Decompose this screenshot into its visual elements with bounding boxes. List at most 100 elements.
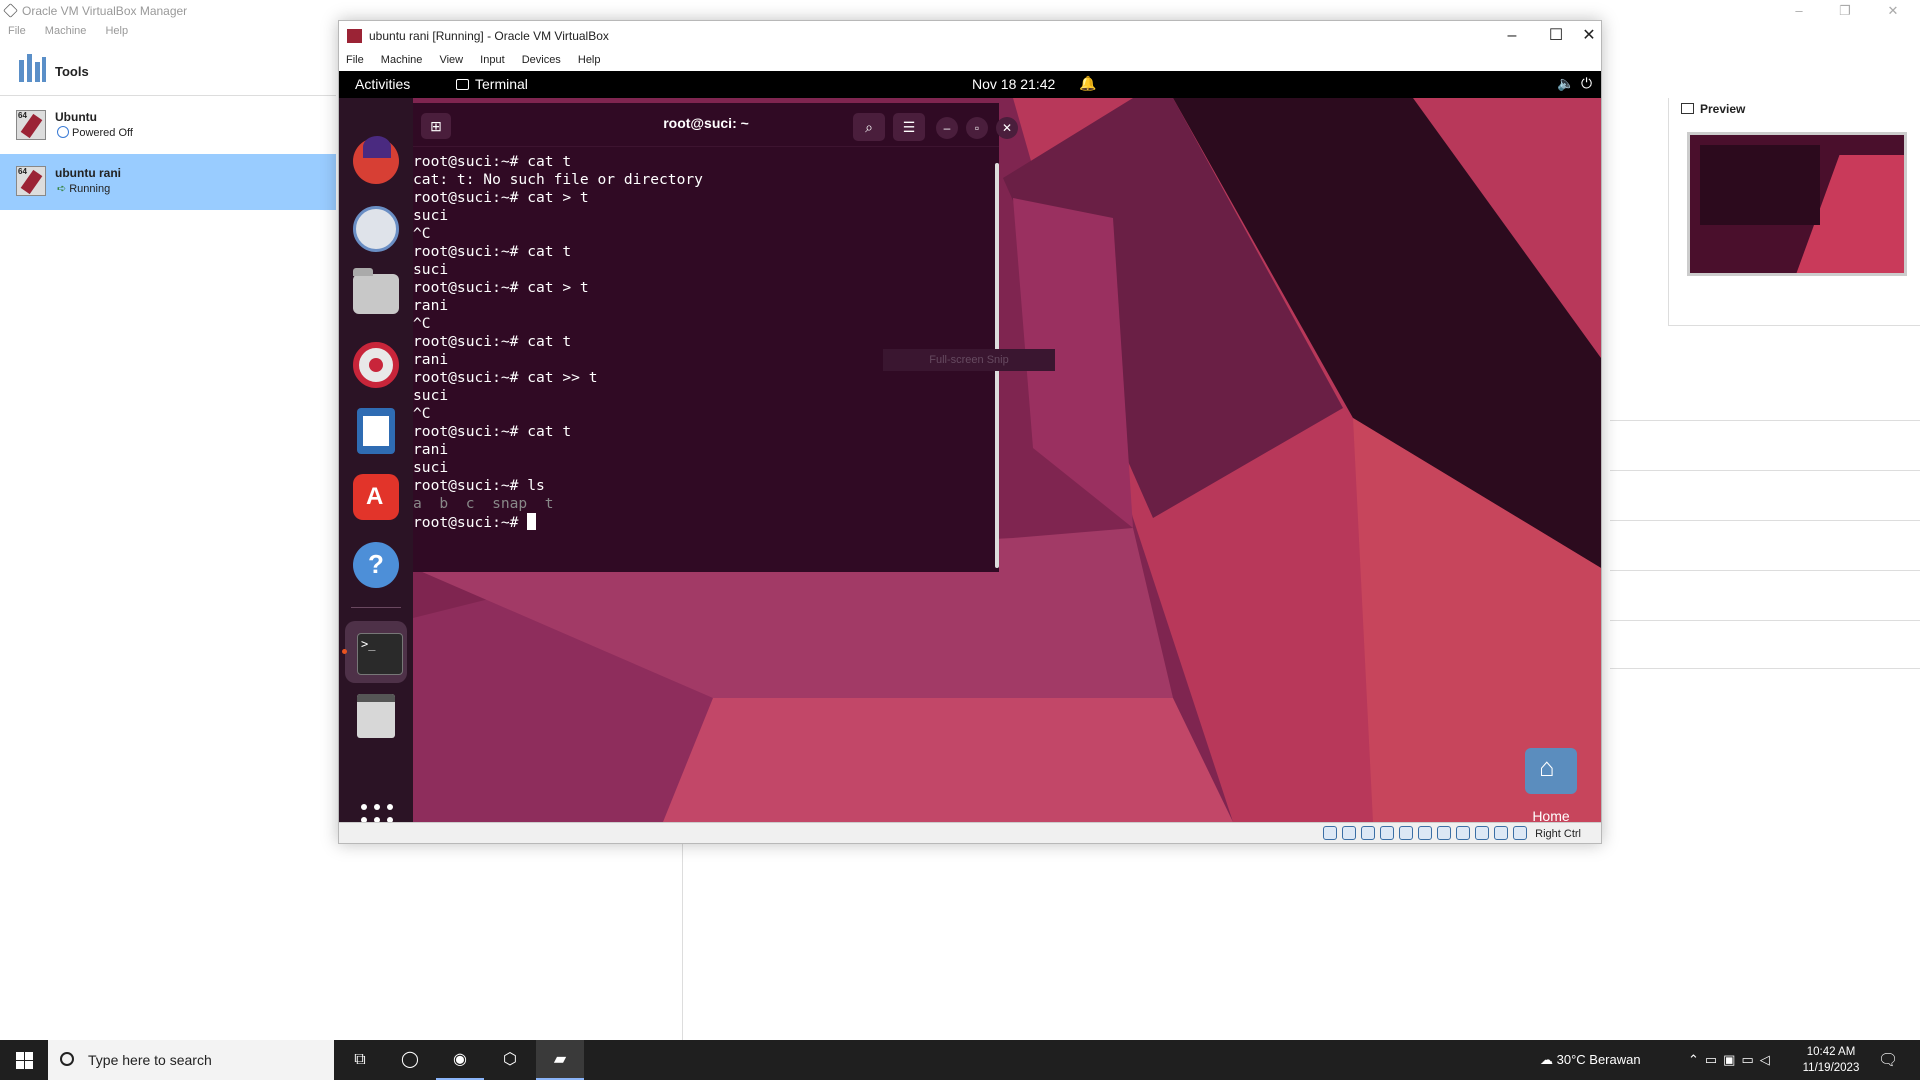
terminal-line: root@suci:~# ls <box>413 477 545 494</box>
vm-menu-file[interactable]: File <box>339 51 371 66</box>
divider <box>1610 520 1920 521</box>
search-placeholder: Type here to search <box>88 1052 212 1068</box>
shared-folders-icon[interactable] <box>1418 826 1433 840</box>
help-icon[interactable] <box>353 542 399 588</box>
vm-menu-machine[interactable]: Machine <box>374 51 430 66</box>
terminal-line: rani <box>413 441 449 458</box>
libreoffice-writer-icon[interactable] <box>357 408 395 454</box>
gnome-top-bar: Activities Terminal Nov 18 21:42 🔔 🔈 ⏻ <box>339 71 1601 98</box>
menu-machine[interactable]: Machine <box>37 22 95 37</box>
vm-taskbar-icon[interactable]: ▰ <box>536 1040 584 1080</box>
terminal-line: ^C <box>413 405 431 422</box>
vm-menu-input[interactable]: Input <box>473 51 511 66</box>
volume-icon[interactable]: 🔈 <box>1557 75 1574 92</box>
optical-drive-icon[interactable] <box>1342 826 1357 840</box>
terminal-line: root@suci:~# cat > t <box>413 189 589 206</box>
terminal-app-menu[interactable]: Terminal <box>456 76 528 92</box>
terminal-dock-icon[interactable] <box>345 621 407 683</box>
vm-window-title: ubuntu rani [Running] - Oracle VM Virtua… <box>369 29 609 43</box>
dock-separator <box>351 607 401 608</box>
usb-icon[interactable] <box>1399 826 1414 840</box>
terminal-window[interactable]: ⊞ root@suci: ~ ⌕ ☰ – ▫ ✕ root@suci:~# ca… <box>413 103 1018 572</box>
maximize-icon[interactable]: ▫ <box>966 117 988 139</box>
rhythmbox-icon[interactable] <box>353 342 399 388</box>
chrome-taskbar-icon[interactable]: ◉ <box>436 1040 484 1080</box>
taskbar-search-box[interactable]: Type here to search <box>48 1040 334 1080</box>
terminal-line: rani <box>413 297 449 314</box>
close-icon[interactable]: ✕ <box>1870 0 1916 22</box>
vm-menu-devices[interactable]: Devices <box>515 51 568 66</box>
show-apps-grid-icon[interactable] <box>361 804 393 822</box>
audio-icon[interactable] <box>1361 826 1376 840</box>
home-folder-icon <box>1525 748 1577 794</box>
minimize-icon[interactable]: – <box>936 117 958 139</box>
tools-label: Tools <box>55 64 89 79</box>
terminal-line: ^C <box>413 315 431 332</box>
system-tray-icons[interactable]: ⌃▭▣▭◁ <box>1688 1040 1776 1080</box>
virtualbox-icon <box>3 3 18 18</box>
restore-icon[interactable]: ❐ <box>1822 0 1868 22</box>
trash-icon[interactable] <box>357 694 395 738</box>
clock[interactable]: Nov 18 21:42 <box>972 76 1055 92</box>
firefox-icon[interactable] <box>353 136 399 184</box>
vm-list-item-ubuntu[interactable]: Ubuntu Powered Off <box>0 98 336 154</box>
close-icon[interactable]: ✕ <box>996 117 1018 139</box>
vm-title-bar: ubuntu rani [Running] - Oracle VM Virtua… <box>339 21 1601 51</box>
notification-bell-icon[interactable]: 🔔 <box>1079 75 1096 92</box>
cortana-icon[interactable]: ◯ <box>386 1040 434 1080</box>
task-view-icon[interactable]: ⧉ <box>336 1040 384 1080</box>
guest-screen[interactable]: Activities Terminal Nov 18 21:42 🔔 🔈 ⏻ A… <box>339 71 1601 822</box>
ls-output: a b c snap t <box>413 495 554 512</box>
network-icon[interactable] <box>1380 826 1395 840</box>
virtualbox-taskbar-icon[interactable]: ⬡ <box>486 1040 534 1080</box>
minimize-icon[interactable]: – <box>1489 21 1535 51</box>
taskbar-clock[interactable]: 10:42 AM 11/19/2023 <box>1796 1044 1866 1076</box>
tools-item[interactable]: Tools <box>0 44 336 96</box>
search-icon[interactable]: ⌕ <box>853 113 885 141</box>
mouse-integration-icon[interactable] <box>1494 826 1509 840</box>
minimize-icon[interactable]: – <box>1776 0 1822 22</box>
notification-center-icon[interactable]: 🗨 <box>1878 1050 1898 1070</box>
terminal-line: root@suci:~# cat > t <box>413 279 589 296</box>
preview-header[interactable]: Preview <box>1681 102 1745 116</box>
app-center-icon[interactable] <box>353 474 399 520</box>
display-icon[interactable] <box>1437 826 1452 840</box>
running-indicator <box>342 649 347 654</box>
close-icon[interactable]: ✕ <box>1577 21 1601 51</box>
maximize-icon[interactable]: ☐ <box>1533 21 1579 51</box>
vm-list-item-ubuntu-rani[interactable]: ubuntu rani ➪Running <box>0 154 336 210</box>
desktop-home-folder[interactable]: Home <box>1522 748 1580 822</box>
terminal-line: root@suci:~# cat t <box>413 333 572 350</box>
vm-name: Ubuntu <box>55 110 97 124</box>
divider <box>682 840 683 1040</box>
preview-icon <box>1681 103 1694 114</box>
menu-file[interactable]: File <box>0 22 34 37</box>
hamburger-menu-icon[interactable]: ☰ <box>893 113 925 141</box>
recording-icon[interactable] <box>1456 826 1471 840</box>
weather-widget[interactable]: ☁ 30°C Berawan <box>1540 1040 1641 1080</box>
preview-label: Preview <box>1700 102 1746 116</box>
menu-help[interactable]: Help <box>97 22 136 37</box>
ubuntu-dock <box>339 98 413 822</box>
divider <box>1610 420 1920 421</box>
terminal-header-bar: ⊞ root@suci: ~ ⌕ ☰ – ▫ ✕ <box>413 103 1018 147</box>
vm-menu-bar: File Machine View Input Devices Help <box>339 51 1601 71</box>
vm-menu-view[interactable]: View <box>432 51 470 66</box>
activities-button[interactable]: Activities <box>355 76 410 92</box>
terminal-line: rani <box>413 351 449 368</box>
vm-menu-help[interactable]: Help <box>571 51 608 66</box>
virtualization-icon[interactable] <box>1475 826 1490 840</box>
thunderbird-icon[interactable] <box>353 206 399 252</box>
divider <box>1610 620 1920 621</box>
windows-start-icon[interactable] <box>0 1040 48 1080</box>
hard-disk-icon[interactable] <box>1323 826 1338 840</box>
keyboard-icon[interactable] <box>1513 826 1528 840</box>
preview-thumbnail <box>1687 132 1907 276</box>
terminal-output: root@suci:~# cat t cat: t: No such file … <box>413 153 703 532</box>
cloud-icon: ☁ <box>1540 1052 1557 1067</box>
terminal-line: suci <box>413 387 449 404</box>
terminal-line: cat: t: No such file or directory <box>413 171 703 188</box>
date-text: 11/19/2023 <box>1802 1062 1860 1074</box>
files-icon[interactable] <box>353 268 399 314</box>
power-icon[interactable]: ⏻ <box>1581 75 1592 92</box>
